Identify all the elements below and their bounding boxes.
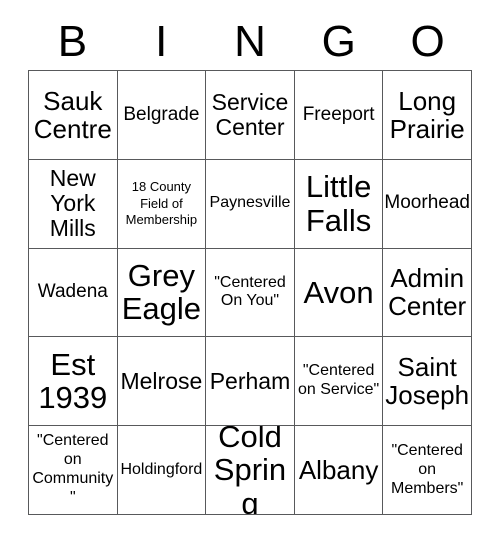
bingo-cell-label: Saint Joseph [385, 352, 470, 411]
bingo-cell-label: Moorhead [384, 192, 470, 214]
bingo-cell[interactable]: Cold Spring [206, 426, 295, 515]
bingo-cell-label: "Centered on Members" [391, 441, 464, 497]
bingo-cell[interactable]: "Centered on Members" [383, 426, 472, 515]
bingo-cell-label: Avon [303, 274, 374, 310]
bingo-cell-label: 18 County Field of Membership [125, 179, 198, 227]
bingo-cell[interactable]: Service Center [206, 71, 295, 160]
bingo-cell-label: Little Falls [305, 169, 372, 238]
bingo-cell-label: Service Center [211, 89, 289, 140]
bingo-cell-label: Grey Eagle [121, 258, 202, 327]
bingo-cell[interactable]: Admin Center [383, 248, 472, 338]
bingo-cell-label: Wadena [37, 281, 108, 303]
bingo-cell-label: Perham [209, 367, 291, 394]
bingo-cell[interactable]: Little Falls [294, 159, 384, 249]
bingo-card: B I N G O Sauk Centre Belgrade Service C… [0, 0, 500, 544]
bingo-cell[interactable]: Est 1939 [29, 337, 118, 427]
bingo-cell[interactable]: Perham [206, 337, 295, 427]
bingo-cell-label: Albany [298, 455, 379, 486]
bingo-header-letter-i: I [155, 17, 168, 66]
bingo-cell[interactable]: Grey Eagle [117, 248, 207, 338]
bingo-cell[interactable]: Belgrade [117, 71, 207, 160]
bingo-cell-label: Freeport [302, 103, 375, 125]
bingo-cell[interactable]: Holdingford [117, 426, 207, 515]
bingo-cell[interactable]: Wadena [29, 248, 118, 338]
bingo-cell[interactable]: Saint Joseph [383, 337, 472, 427]
bingo-cell-free-space[interactable]: "Centered On You" [206, 248, 295, 338]
bingo-header-letter-g: G [321, 17, 356, 66]
bingo-cell-label: "Centered On You" [214, 273, 286, 310]
bingo-header-letter-o: O [410, 17, 445, 66]
bingo-cell-label: Est 1939 [38, 346, 108, 416]
bingo-cell[interactable]: "Centered on Service" [294, 337, 384, 427]
bingo-grid: Sauk Centre Belgrade Service Center Free… [28, 70, 472, 515]
bingo-cell[interactable]: Paynesville [206, 159, 295, 249]
bingo-cell[interactable]: Long Prairie [383, 71, 472, 160]
bingo-cell-label: Sauk Centre [33, 85, 112, 144]
bingo-cell[interactable]: New York Mills [29, 159, 118, 249]
bingo-cell-label: Paynesville [209, 194, 291, 212]
bingo-cell[interactable]: Moorhead [383, 159, 472, 249]
bingo-cell[interactable]: "Centered on Community" [29, 426, 118, 515]
bingo-cell-label: "Centered on Service" [297, 362, 380, 399]
bingo-cell[interactable]: Melrose [117, 337, 207, 427]
bingo-cell[interactable]: Sauk Centre [29, 71, 118, 160]
bingo-header-letter-n: N [234, 17, 266, 66]
bingo-header-letter-b: B [57, 17, 88, 66]
bingo-cell-label: Belgrade [123, 103, 200, 125]
bingo-cell-label: Cold Spring [213, 426, 287, 515]
bingo-cell-label: Admin Center [388, 263, 467, 322]
bingo-cell[interactable]: 18 County Field of Membership [117, 159, 207, 249]
bingo-header-row: B I N G O [28, 14, 472, 70]
bingo-cell-label: "Centered on Community" [32, 432, 114, 506]
bingo-cell[interactable]: Albany [294, 426, 384, 515]
bingo-cell-label: Long Prairie [389, 85, 465, 144]
bingo-cell-label: Melrose [120, 367, 203, 394]
bingo-cell[interactable]: Avon [294, 248, 384, 338]
bingo-cell-label: Holdingford [120, 460, 203, 478]
bingo-cell-label: New York Mills [49, 165, 96, 242]
bingo-cell[interactable]: Freeport [294, 71, 384, 160]
